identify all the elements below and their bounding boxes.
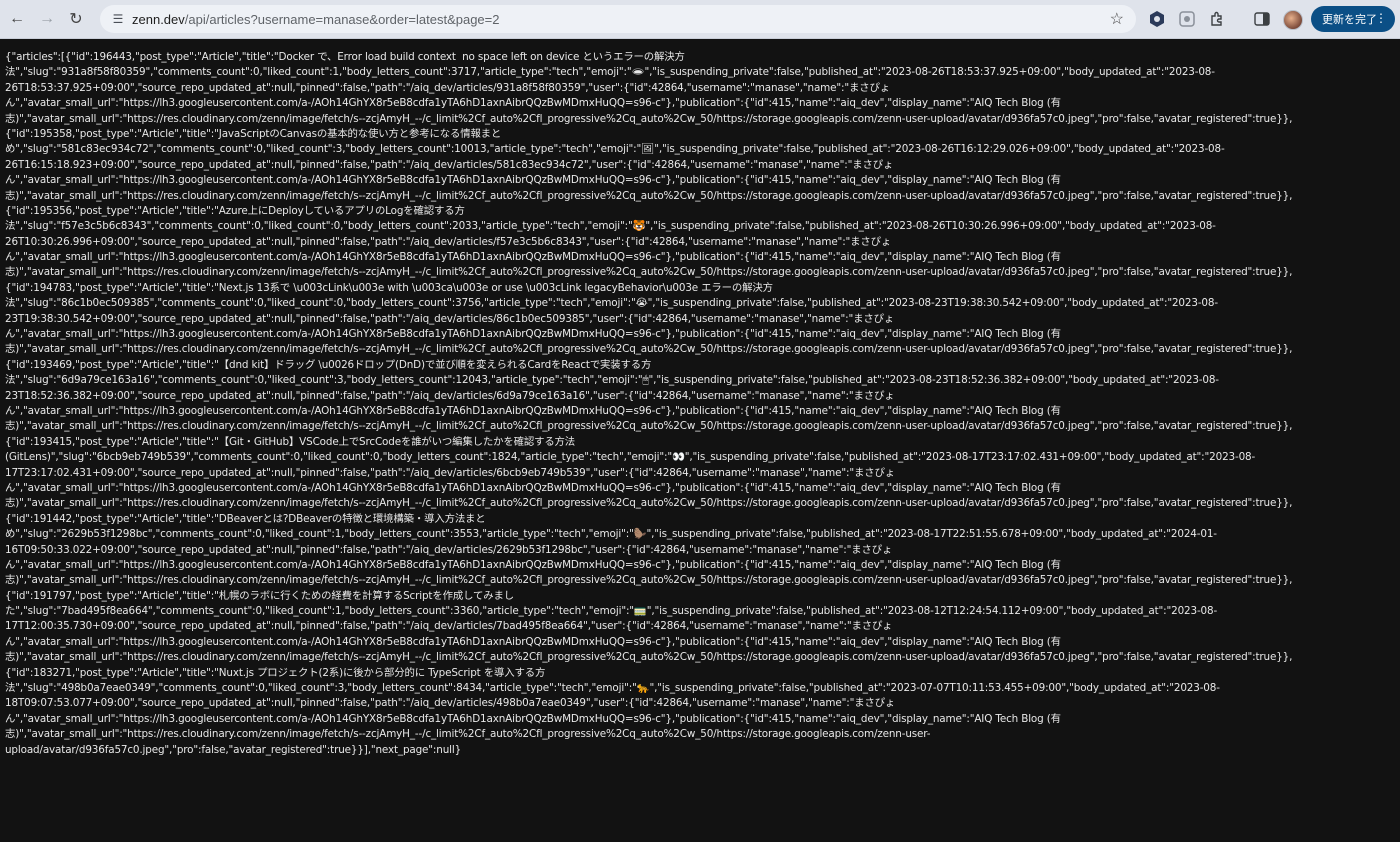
json-text-line: め","slug":"2629b53f1298bc","comments_cou…	[5, 528, 1217, 541]
url-text[interactable]: zenn.dev/api/articles?username=manase&or…	[132, 12, 500, 27]
bookmark-star-icon[interactable]: ☆	[1110, 9, 1124, 29]
json-text-line: ん","avatar_small_url":"https://lh3.googl…	[5, 481, 1061, 494]
json-text-line: 志)","avatar_small_url":"https://res.clou…	[5, 651, 1293, 664]
json-text-line: 23T19:38:30.542+09:00","source_repo_upda…	[5, 312, 895, 325]
json-text-line: 17T23:17:02.431+09:00","source_repo_upda…	[5, 466, 895, 479]
json-text-line: た","slug":"7bad495f8ea664","comments_cou…	[5, 605, 1218, 618]
json-text-line: 26T10:30:26.996+09:00","source_repo_upda…	[5, 235, 892, 248]
json-text-line: 23T18:52:36.382+09:00","source_repo_upda…	[5, 389, 895, 402]
url-path: /api/articles?username=manase&order=late…	[184, 11, 500, 27]
profile-avatar[interactable]	[1283, 10, 1303, 30]
json-text-line: 法","slug":"931a8f58f80359","comments_cou…	[5, 66, 1215, 79]
json-text-line: 法","slug":"6d9a79ce163a16","comments_cou…	[5, 374, 1219, 387]
json-text-line: め","slug":"581c83ec934c72","comments_cou…	[5, 143, 1225, 156]
json-text-line: ん","avatar_small_url":"https://lh3.googl…	[5, 97, 1061, 110]
json-text-line: {"id":195358,"post_type":"Article","titl…	[5, 127, 502, 140]
json-text-line: {"id":191797,"post_type":"Article","titl…	[5, 589, 514, 602]
json-text-line: 法","slug":"86c1b0ec509385","comments_cou…	[5, 297, 1218, 310]
json-text-line: 法","slug":"498b0a7eae0349","comments_cou…	[5, 682, 1220, 695]
back-icon[interactable]: ←	[4, 6, 30, 32]
json-text-line: upload/avatar/d936fa57c0.jpeg","pro":fal…	[5, 743, 462, 756]
json-text-line: {"id":191442,"post_type":"Article","titl…	[5, 512, 486, 525]
json-text-line: ん","avatar_small_url":"https://lh3.googl…	[5, 328, 1061, 341]
json-text-line: 志)","avatar_small_url":"https://res.clou…	[5, 112, 1293, 125]
extension-icon[interactable]	[1147, 9, 1167, 29]
json-text-line: 26T16:15:18.923+09:00","source_repo_upda…	[5, 158, 894, 171]
json-text-line: 志)","avatar_small_url":"https://res.clou…	[5, 420, 1293, 433]
json-text-line: {"id":194783,"post_type":"Article","titl…	[5, 281, 773, 294]
json-text-line: ん","avatar_small_url":"https://lh3.googl…	[5, 251, 1061, 264]
json-text-line: 法","slug":"f57e3c5b6c8343","comments_cou…	[5, 220, 1216, 233]
json-text-line: ん","avatar_small_url":"https://lh3.googl…	[5, 635, 1061, 648]
json-text-line: ん","avatar_small_url":"https://lh3.googl…	[5, 404, 1061, 417]
json-text-line: 16T09:50:33.022+09:00","source_repo_upda…	[5, 543, 893, 556]
json-text-line: ん","avatar_small_url":"https://lh3.googl…	[5, 712, 1061, 725]
json-text-line: 志)","avatar_small_url":"https://res.clou…	[5, 266, 1293, 279]
json-text-line: ん","avatar_small_url":"https://lh3.googl…	[5, 174, 1061, 187]
json-text-line: 18T09:07:53.077+09:00","source_repo_upda…	[5, 697, 896, 710]
forward-icon[interactable]: →	[34, 6, 60, 32]
json-text-line: 26T18:53:37.925+09:00","source_repo_upda…	[5, 81, 890, 94]
json-text-line: {"articles":[{"id":196443,"post_type":"A…	[5, 51, 685, 63]
site-settings-icon[interactable]: ☰	[108, 9, 128, 29]
extension-icon-2[interactable]	[1177, 9, 1197, 29]
json-text-line: {"id":193469,"post_type":"Article","titl…	[5, 358, 652, 371]
browser-toolbar: ← → ↻ ☰ zenn.dev/api/articles?username=m…	[0, 0, 1400, 39]
update-button[interactable]: 更新を完了 ⋮	[1311, 6, 1395, 32]
json-text-line: 17T12:00:35.730+09:00","source_repo_upda…	[5, 620, 893, 633]
json-text-line: 志)","avatar_small_url":"https://res.clou…	[5, 189, 1293, 202]
json-text-line: 志)","avatar_small_url":"https://res.clou…	[5, 574, 1293, 587]
reload-icon[interactable]: ↻	[63, 6, 89, 32]
json-text-line: {"id":195356,"post_type":"Article","titl…	[5, 204, 465, 217]
json-text-line: 志)","avatar_small_url":"https://res.clou…	[5, 343, 1293, 356]
json-text-line: {"id":183271,"post_type":"Article","titl…	[5, 666, 546, 679]
side-panel-icon[interactable]	[1252, 9, 1272, 29]
more-icon[interactable]: ⋮	[1375, 11, 1387, 25]
address-bar[interactable]: ☰ zenn.dev/api/articles?username=manase&…	[100, 5, 1136, 33]
json-response-body: {"articles":[{"id":196443,"post_type":"A…	[5, 50, 1397, 758]
json-text-line: (GitLens)","slug":"6bcb9eb749b539","comm…	[5, 451, 1256, 464]
json-text-line: {"id":193415,"post_type":"Article","titl…	[5, 435, 576, 448]
url-host: zenn.dev	[132, 11, 185, 27]
json-text-line: 志)","avatar_small_url":"https://res.clou…	[5, 728, 931, 741]
json-text-line: ん","avatar_small_url":"https://lh3.googl…	[5, 558, 1061, 571]
puzzle-icon[interactable]	[1207, 9, 1227, 29]
update-button-label: 更新を完了	[1322, 14, 1377, 26]
json-text-line: 志)","avatar_small_url":"https://res.clou…	[5, 497, 1293, 510]
